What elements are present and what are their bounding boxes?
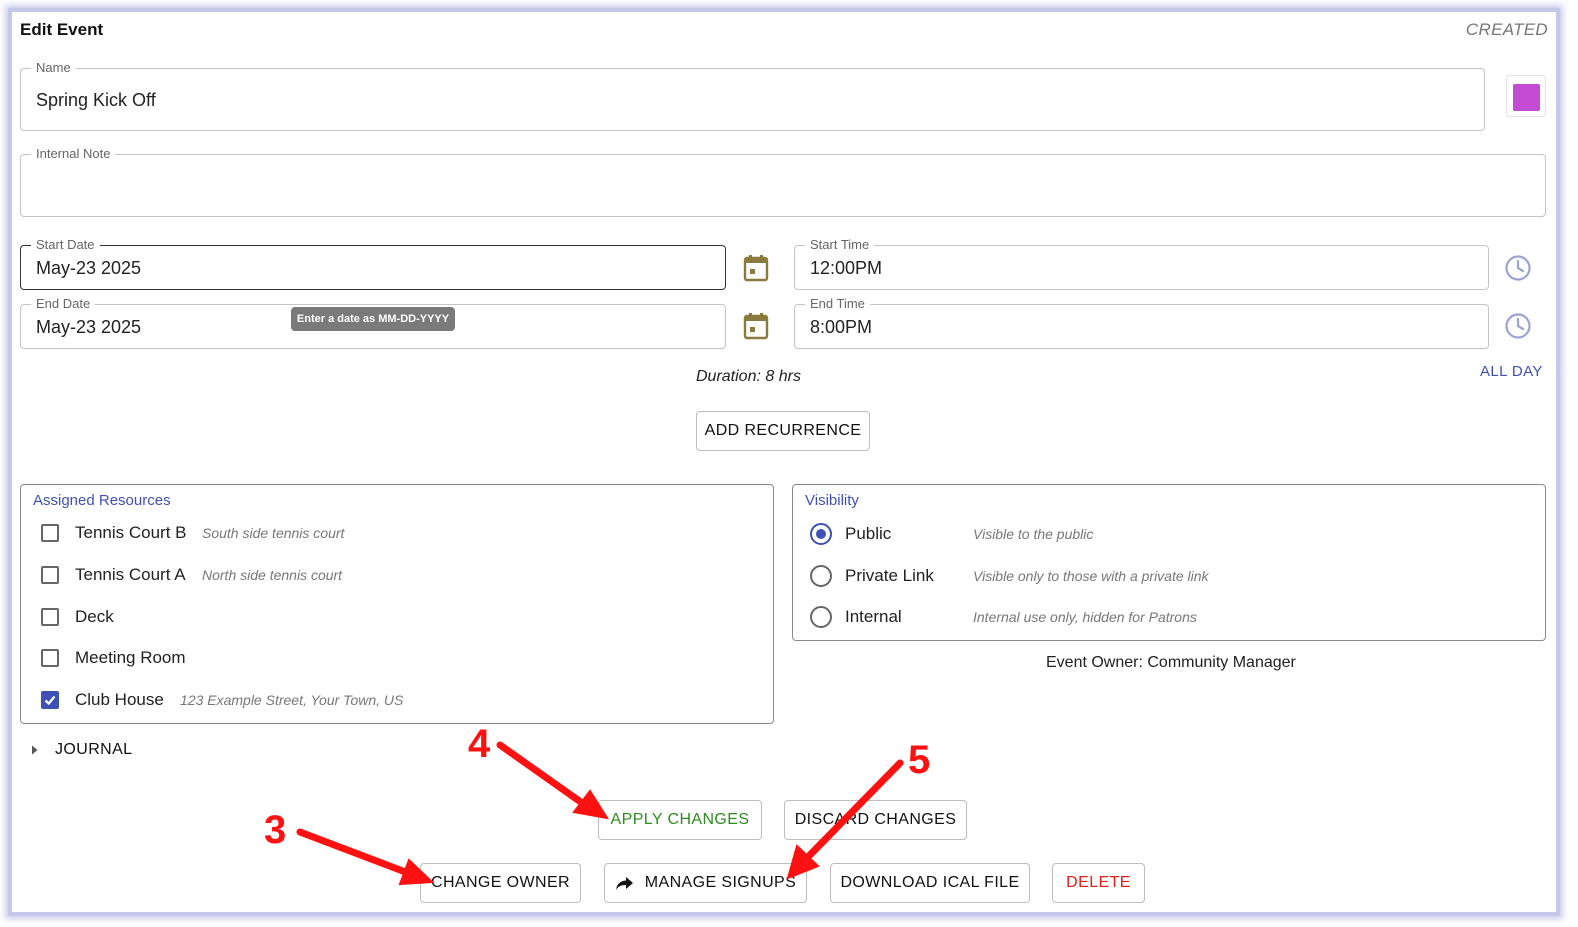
annotation-number-3: 3 xyxy=(264,808,287,852)
annotation-number-4: 4 xyxy=(468,722,491,766)
annotation-arrows xyxy=(296,741,904,886)
annotation-number-5: 5 xyxy=(908,738,931,782)
